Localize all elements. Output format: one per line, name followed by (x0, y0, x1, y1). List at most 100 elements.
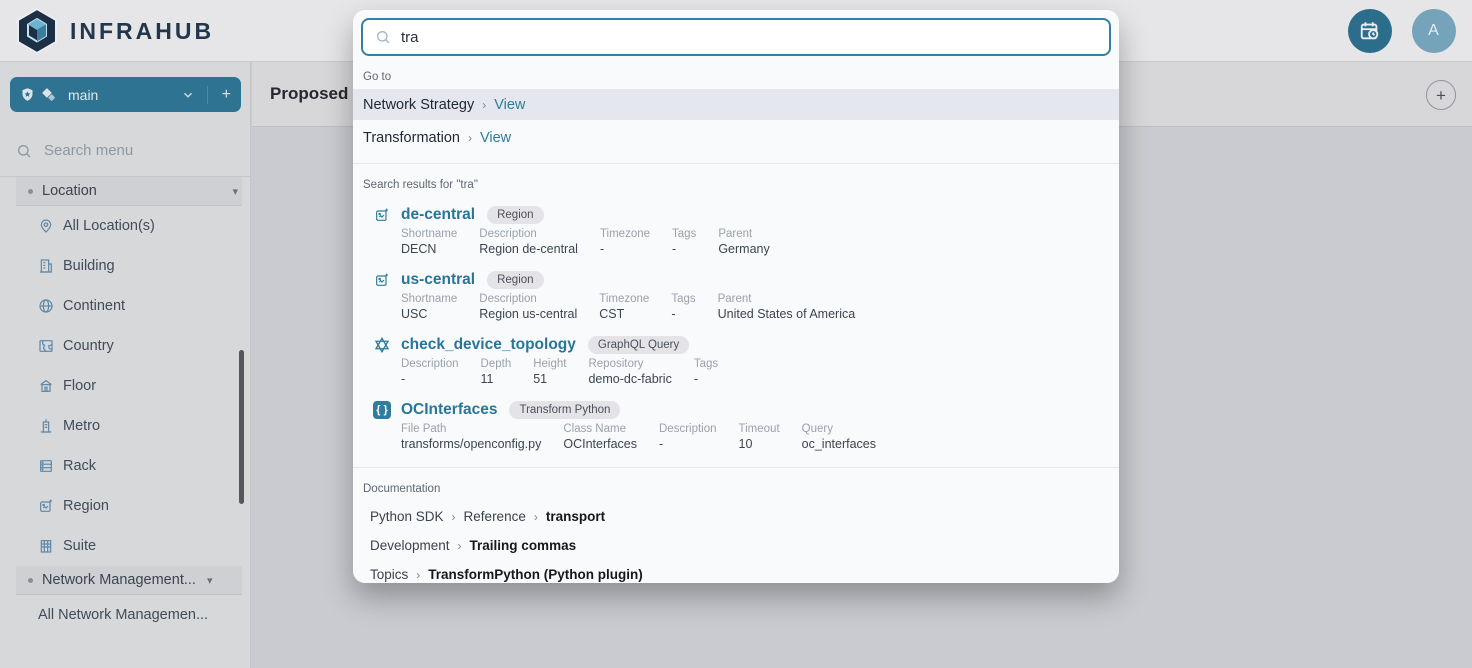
result-attribute: Query oc_interfaces (802, 423, 876, 451)
sidebar-menu-search[interactable]: Search menu (16, 142, 236, 159)
doc-breadcrumb-segment: Python SDK (370, 509, 444, 524)
sidebar-item[interactable]: Rack (16, 446, 242, 486)
goto-row[interactable]: Network Strategy › View (353, 89, 1119, 120)
sidebar-item[interactable]: Suite (16, 526, 242, 566)
result-title[interactable]: OCInterfaces (401, 401, 497, 419)
sidebar-item[interactable]: Country (16, 326, 242, 366)
attribute-label: Timeout (739, 423, 780, 435)
global-search-modal: Go to Network Strategy › View Transforma… (353, 10, 1119, 583)
sidebar-item-label: Metro (63, 418, 100, 434)
sidebar-item[interactable]: Continent (16, 286, 242, 326)
attribute-value: demo-dc-fabric (588, 372, 671, 386)
sidebar-item[interactable]: Metro (16, 406, 242, 446)
sidebar-section-label: Location (42, 183, 97, 199)
result-attribute: Description Region us-central (479, 293, 577, 321)
schedule-button[interactable] (1348, 9, 1392, 53)
rack-icon (38, 458, 54, 474)
menu-search-placeholder: Search menu (44, 142, 133, 159)
attribute-value: Germany (718, 242, 769, 256)
user-avatar[interactable]: A (1412, 9, 1456, 53)
attribute-label: Repository (588, 358, 671, 370)
chevron-right-icon: › (416, 568, 420, 582)
building-icon (38, 258, 54, 274)
attribute-label: Description (401, 358, 459, 370)
attribute-value: 51 (533, 372, 566, 386)
documentation-link[interactable]: Development›Trailing commas (370, 538, 1119, 553)
sidebar-section-label: Network Management... (42, 572, 196, 588)
caret-down-icon: ▾ (232, 185, 238, 198)
region-image-icon (371, 272, 393, 288)
git-branch-icon (41, 87, 56, 102)
branch-selector[interactable]: main + (10, 77, 241, 112)
view-link[interactable]: View (480, 130, 511, 146)
sidebar-item[interactable]: All Network Managemen... (16, 595, 242, 635)
country-map-icon (38, 338, 54, 354)
page-title: Proposed (270, 84, 348, 104)
new-branch-plus-icon[interactable]: + (222, 86, 231, 104)
sidebar-section-0[interactable]: Location ▾ (16, 177, 242, 206)
attribute-value: OCInterfaces (563, 437, 637, 451)
sidebar-item-label: Rack (63, 458, 96, 474)
attribute-value: - (600, 242, 650, 256)
chevron-down-icon (181, 88, 195, 102)
result-attribute: File Path transforms/openconfig.py (401, 423, 541, 451)
global-search-box[interactable] (361, 18, 1111, 56)
result-attribute: Timeout 10 (739, 423, 780, 451)
search-icon (16, 143, 32, 159)
attribute-value: transforms/openconfig.py (401, 437, 541, 451)
search-result[interactable]: { } OCInterfaces Transform Python File P… (353, 401, 1119, 451)
attribute-value: - (672, 242, 696, 256)
result-attribute: Class Name OCInterfaces (563, 423, 637, 451)
sidebar-item[interactable]: Building (16, 246, 242, 286)
result-attribute: Description - (401, 358, 459, 386)
sidebar-item-label: Country (63, 338, 114, 354)
infrahub-logo-icon (14, 7, 60, 55)
goto-target: Transformation (363, 130, 460, 146)
sidebar-item-label: Floor (63, 378, 96, 394)
search-result[interactable]: us-central Region Shortname USC Descript… (353, 271, 1119, 321)
view-link[interactable]: View (494, 97, 525, 113)
sidebar-item-label: Continent (63, 298, 125, 314)
sidebar-item[interactable]: Region (16, 486, 242, 526)
sidebar-item-label: Building (63, 258, 115, 274)
bullet-icon (28, 189, 33, 194)
search-result[interactable]: check_device_topology GraphQL Query Desc… (353, 336, 1119, 386)
goto-row[interactable]: Transformation › View (353, 122, 1119, 153)
bullet-icon (28, 578, 33, 583)
result-title[interactable]: de-central (401, 206, 475, 224)
sidebar-section-1[interactable]: Network Management... ▾ (16, 566, 242, 595)
caret-down-icon: ▾ (207, 574, 213, 587)
result-title[interactable]: check_device_topology (401, 336, 576, 354)
branch-name: main (68, 87, 175, 103)
global-search-input[interactable] (401, 29, 1097, 46)
result-title[interactable]: us-central (401, 271, 475, 289)
documentation-link[interactable]: Topics›TransformPython (Python plugin) (370, 567, 1119, 582)
add-button[interactable]: + (1426, 80, 1456, 110)
chevron-right-icon: › (452, 510, 456, 524)
location-pin-icon (38, 218, 54, 234)
suite-icon (38, 538, 54, 554)
sidebar-item-label: Suite (63, 538, 96, 554)
attribute-label: Timezone (600, 228, 650, 240)
brand-logo[interactable]: INFRAHUB (14, 7, 214, 55)
result-kind-badge: Transform Python (509, 401, 620, 419)
attribute-value: CST (599, 307, 649, 321)
result-kind-badge: Region (487, 271, 543, 289)
attribute-label: Height (533, 358, 566, 370)
floor-icon (38, 378, 54, 394)
sidebar-item[interactable]: All Location(s) (16, 206, 242, 246)
region-image-icon (38, 498, 54, 514)
result-attribute: Description - (659, 423, 717, 451)
sidebar-scrollbar[interactable] (239, 350, 244, 504)
attribute-value: Region de-central (479, 242, 578, 256)
sidebar-item[interactable]: Floor (16, 366, 242, 406)
chevron-right-icon: › (458, 539, 462, 553)
documentation-link[interactable]: Python SDK›Reference›transport (370, 509, 1119, 524)
search-result[interactable]: de-central Region Shortname DECN Descrip… (353, 206, 1119, 256)
attribute-label: Tags (694, 358, 718, 370)
region-image-icon (371, 207, 393, 223)
result-kind-badge: GraphQL Query (588, 336, 689, 354)
goto-target: Network Strategy (363, 97, 474, 113)
attribute-value: 11 (481, 372, 512, 386)
doc-breadcrumb-segment: Topics (370, 567, 408, 582)
